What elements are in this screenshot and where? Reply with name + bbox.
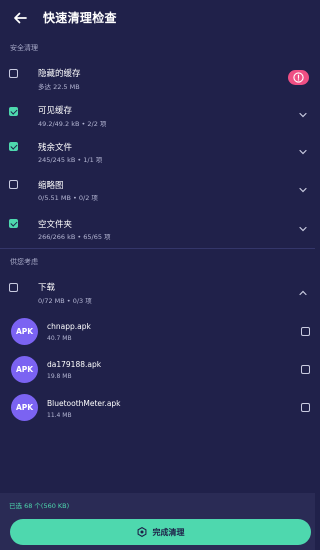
file-name: da179188.apk (47, 360, 102, 369)
item-row-residual-files[interactable]: 残余文件 245/245 kB • 1/1 项 (0, 137, 315, 175)
apk-file-icon: APK (11, 318, 38, 345)
checkbox[interactable] (301, 403, 310, 412)
checkbox[interactable] (9, 283, 18, 292)
item-title: 可见缓存 (38, 106, 73, 116)
section-divider (0, 248, 315, 249)
selection-summary: 已选 68 个(560 KB) (9, 502, 70, 510)
item-subtitle: 0/5.51 MB • 0/2 项 (38, 194, 98, 202)
item-row-thumbnails[interactable]: 缩略图 0/5.51 MB • 0/2 项 (0, 175, 315, 213)
checkbox[interactable] (9, 219, 18, 228)
finish-cleanup-button[interactable]: 完成清理 (10, 519, 311, 545)
checkbox[interactable] (9, 107, 18, 116)
chevron-down-icon[interactable] (298, 186, 308, 194)
item-subtitle: 266/266 kB • 65/65 项 (38, 233, 111, 241)
warning-icon[interactable] (288, 70, 309, 85)
file-size: 19.8 MB (47, 373, 72, 380)
checkbox[interactable] (9, 180, 18, 189)
file-size: 11.4 MB (47, 412, 72, 419)
item-title: 空文件夹 (38, 220, 73, 230)
page-title: 快速清理检查 (43, 11, 117, 25)
finish-cleanup-label: 完成清理 (152, 527, 185, 537)
back-arrow-icon[interactable] (11, 9, 29, 27)
item-title: 缩略图 (38, 181, 64, 191)
checkbox[interactable] (301, 327, 310, 336)
list-item-apk[interactable]: APK BluetoothMeter.apk 11.4 MB (0, 393, 315, 431)
section-label-consider: 供您考虑 (10, 258, 38, 266)
broom-icon (137, 527, 146, 537)
section-label-safe: 安全清理 (10, 44, 38, 52)
chevron-down-icon[interactable] (298, 148, 308, 156)
item-row-hidden-cache[interactable]: 隐藏的缓存 多达 22.5 MB (0, 60, 315, 98)
file-size: 40.7 MB (47, 335, 72, 342)
checkbox[interactable] (301, 365, 310, 374)
file-name: BluetoothMeter.apk (47, 399, 121, 408)
list-item-apk[interactable]: APK chnapp.apk 40.7 MB (0, 316, 315, 354)
item-row-downloads[interactable]: 下载 0/72 MB • 0/3 项 (0, 276, 315, 314)
chevron-down-icon[interactable] (298, 225, 308, 233)
chevron-down-icon[interactable] (298, 111, 308, 119)
item-subtitle: 多达 22.5 MB (38, 83, 80, 91)
chevron-up-icon[interactable] (298, 289, 308, 297)
list-item-apk[interactable]: APK da179188.apk 19.8 MB (0, 354, 315, 392)
item-subtitle: 0/72 MB • 0/3 项 (38, 297, 92, 305)
item-subtitle: 245/245 kB • 1/1 项 (38, 156, 103, 164)
item-row-empty-folders[interactable]: 空文件夹 266/266 kB • 65/65 项 (0, 213, 315, 251)
top-bar: 快速清理检查 (0, 0, 315, 36)
checkbox[interactable] (9, 142, 18, 151)
item-row-visible-cache[interactable]: 可见缓存 49.2/49.2 kB • 2/2 项 (0, 98, 315, 136)
item-title: 隐藏的缓存 (38, 69, 81, 79)
item-title: 下载 (38, 283, 56, 293)
item-subtitle: 49.2/49.2 kB • 2/2 项 (38, 120, 107, 128)
apk-file-icon: APK (11, 394, 38, 421)
file-name: chnapp.apk (47, 322, 91, 331)
apk-file-icon: APK (11, 356, 38, 383)
item-title: 残余文件 (38, 143, 73, 153)
checkbox[interactable] (9, 69, 18, 78)
